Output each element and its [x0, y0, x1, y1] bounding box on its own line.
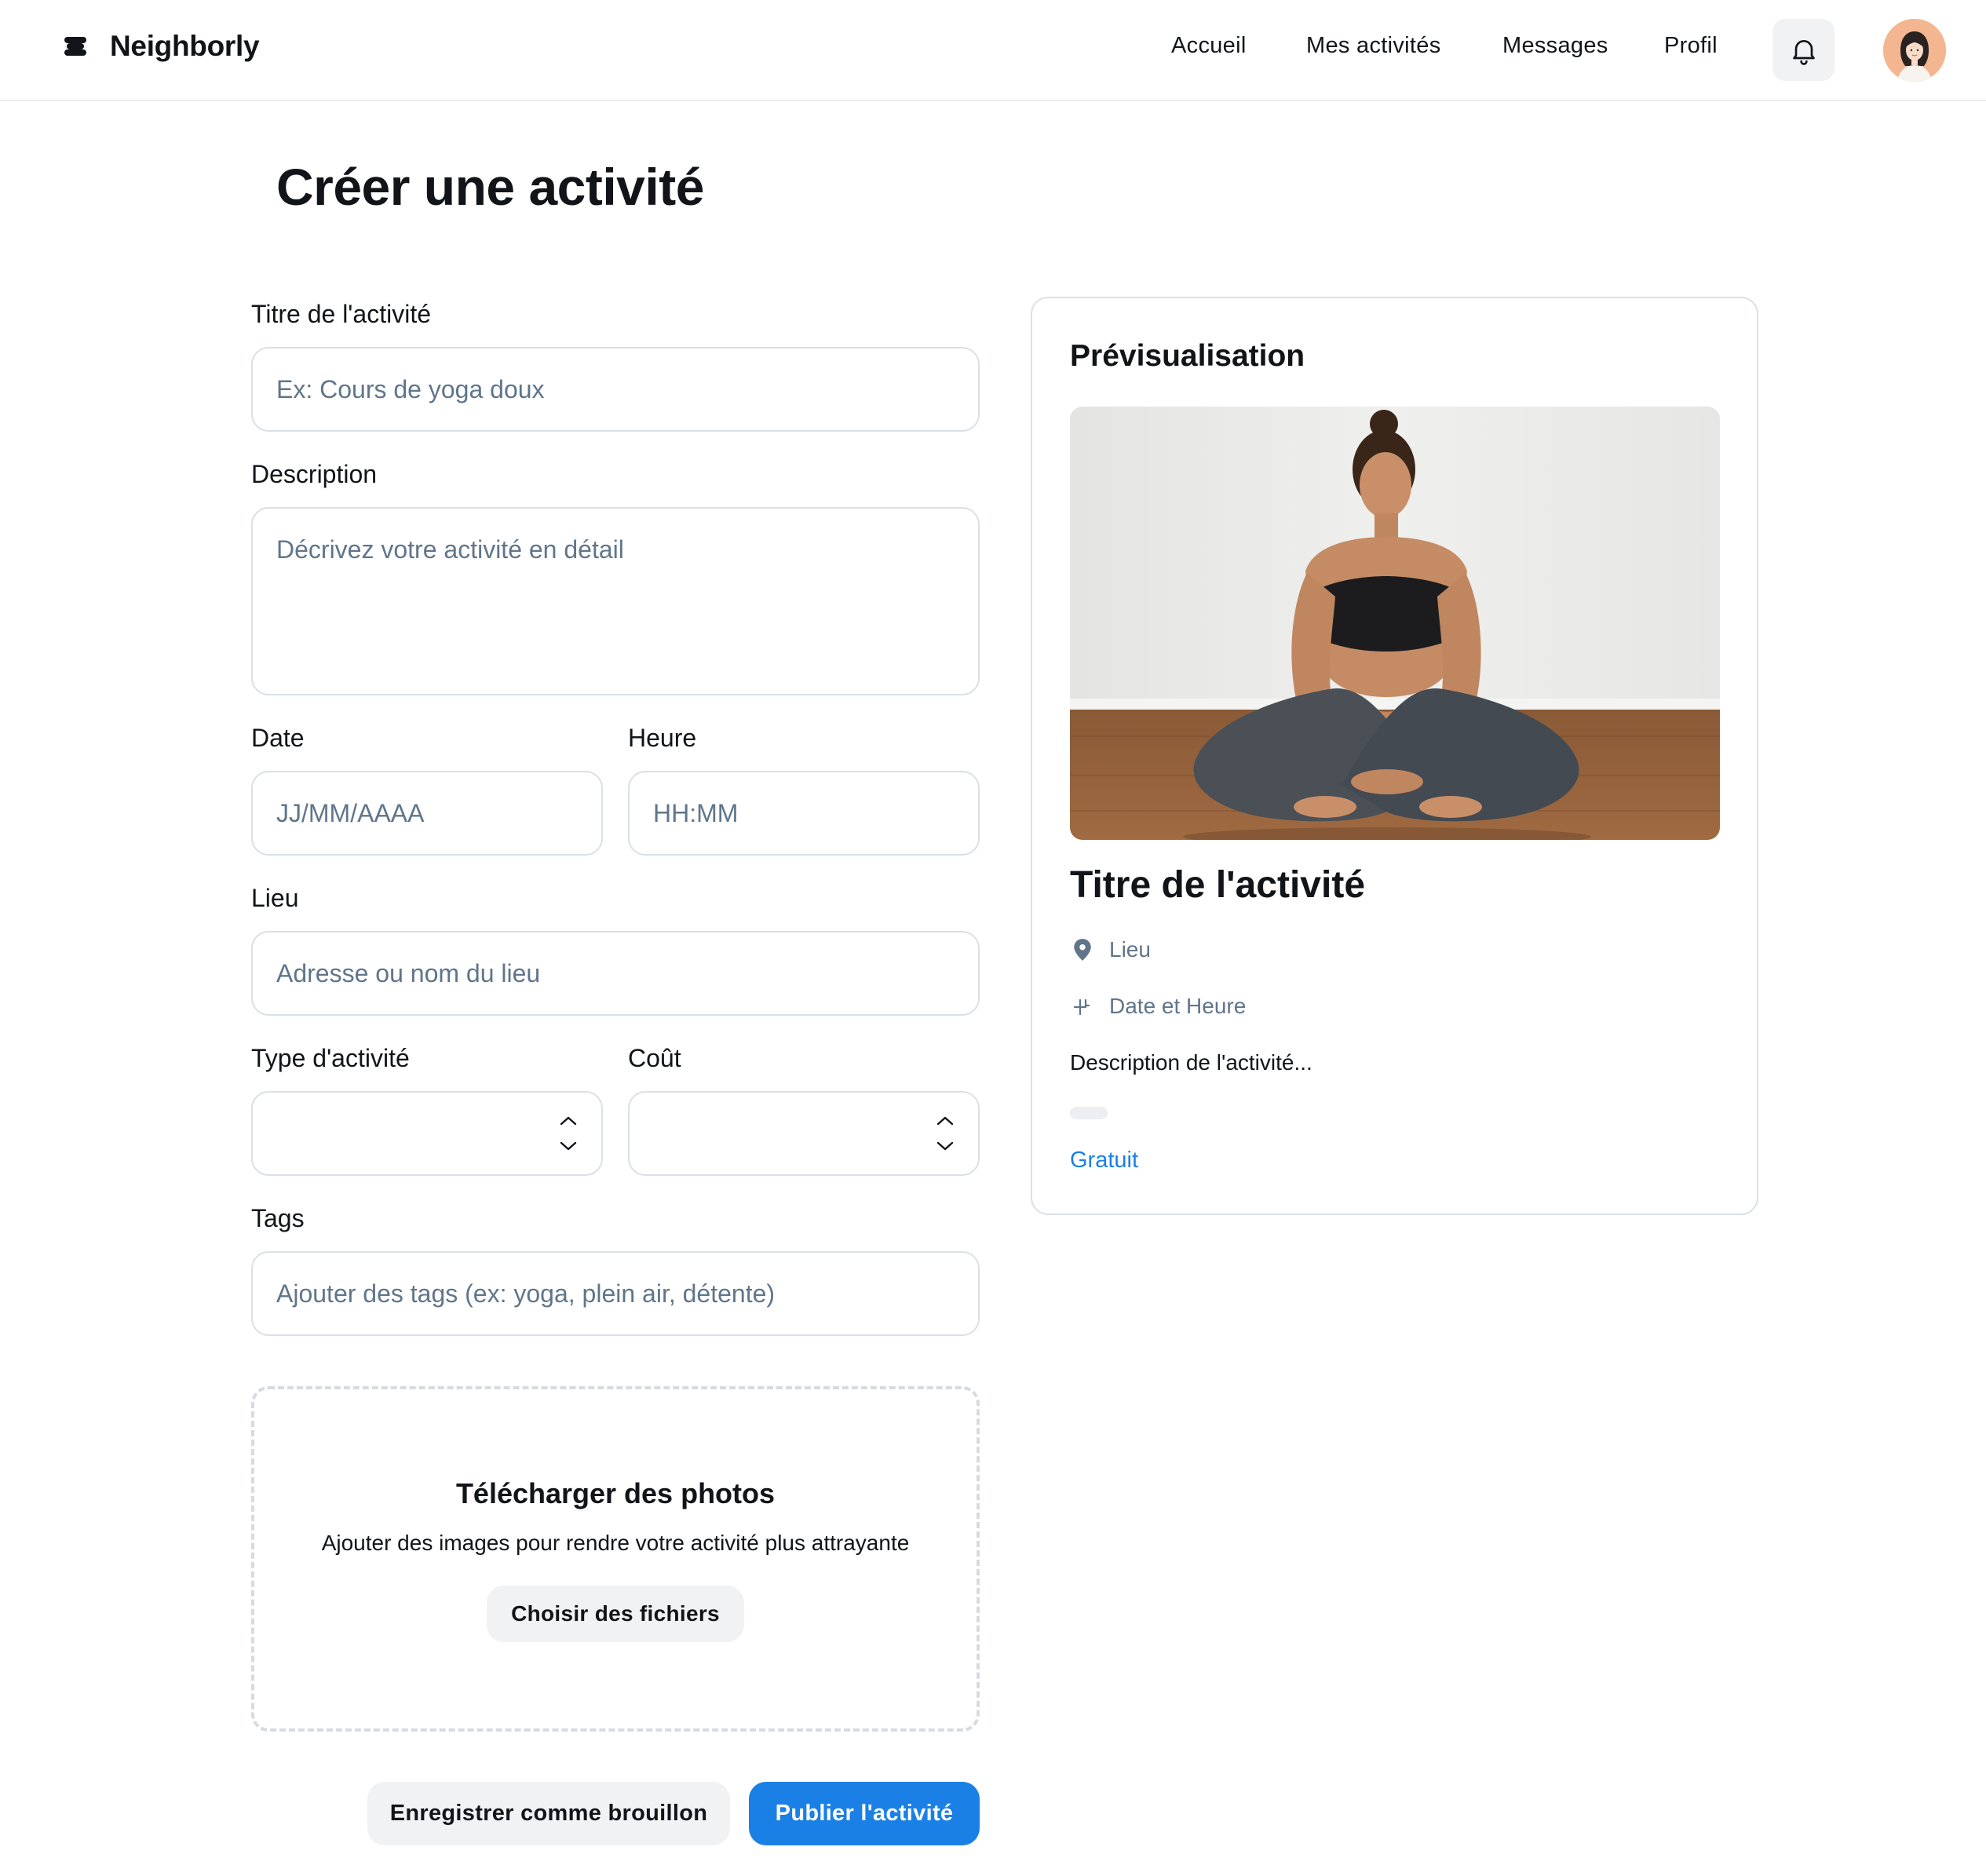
preview-heading: Prévisualisation: [1070, 339, 1305, 373]
cost-label: Coût: [628, 1044, 681, 1072]
chevron-up-down-icon: [560, 1116, 577, 1151]
activity-type-select[interactable]: [251, 1091, 603, 1176]
page-title: Créer une activité: [276, 158, 704, 216]
preview-title: Titre de l'activité: [1070, 864, 1366, 906]
tags-label: Tags: [251, 1204, 305, 1232]
title-label: Titre de l'activité: [251, 300, 431, 328]
publish-button[interactable]: Publier l'activité: [749, 1782, 980, 1845]
top-navbar: Neighborly Accueil Mes activités Message…: [0, 0, 1986, 101]
page: Neighborly Accueil Mes activités Message…: [0, 0, 1986, 1876]
tags-input[interactable]: [251, 1251, 980, 1336]
title-input[interactable]: [251, 347, 980, 432]
preview-datetime: Date et Heure: [1109, 994, 1247, 1018]
preview-datetime-row: Date et Heure: [1070, 994, 1246, 1019]
brand[interactable]: Neighborly: [63, 30, 260, 63]
brand-name: Neighborly: [110, 30, 260, 62]
preview-tags-placeholder: [1070, 1107, 1108, 1119]
cost-select[interactable]: [628, 1091, 980, 1176]
upload-subtitle: Ajouter des images pour rendre votre act…: [321, 1531, 910, 1555]
time-label: Heure: [628, 724, 697, 752]
date-label: Date: [251, 724, 305, 752]
location-input[interactable]: [251, 931, 980, 1016]
chevron-up-down-icon: [936, 1116, 954, 1151]
nav-link-accueil[interactable]: Accueil: [1171, 33, 1247, 59]
time-input[interactable]: [628, 771, 980, 856]
preview-description: Description de l'activité...: [1070, 1050, 1312, 1075]
nav-link-profil[interactable]: Profil: [1664, 33, 1718, 59]
yoga-photo-illustration: [1070, 407, 1720, 840]
bell-icon: [1792, 39, 1815, 65]
save-draft-button[interactable]: Enregistrer comme brouillon: [367, 1782, 730, 1845]
preview-location-row: Lieu: [1070, 937, 1151, 962]
choose-files-button[interactable]: Choisir des fichiers: [487, 1586, 744, 1642]
notifications-button[interactable]: [1772, 19, 1834, 81]
preview-location: Lieu: [1109, 937, 1151, 962]
brand-logo-icon: [64, 37, 86, 56]
location-label: Lieu: [251, 884, 299, 912]
user-avatar[interactable]: [1883, 19, 1946, 82]
description-textarea[interactable]: [251, 507, 980, 695]
preview-image: [1070, 407, 1720, 840]
calendar-clock-icon: [1070, 994, 1095, 1019]
description-label: Description: [251, 460, 378, 488]
activity-type-label: Type d'activité: [251, 1044, 410, 1072]
preview-card: Prévisualisation Titre de l'activité Lie…: [1031, 297, 1758, 1215]
photo-upload-dropzone[interactable]: Télécharger des photos Ajouter des image…: [251, 1386, 980, 1732]
date-input[interactable]: [251, 771, 603, 856]
nav-link-mes-activites[interactable]: Mes activités: [1306, 33, 1441, 59]
preview-price: Gratuit: [1070, 1148, 1139, 1173]
nav-link-messages[interactable]: Messages: [1502, 33, 1608, 59]
map-pin-icon: [1070, 937, 1095, 962]
upload-title: Télécharger des photos: [455, 1477, 776, 1509]
avatar-illustration: [1883, 19, 1946, 82]
